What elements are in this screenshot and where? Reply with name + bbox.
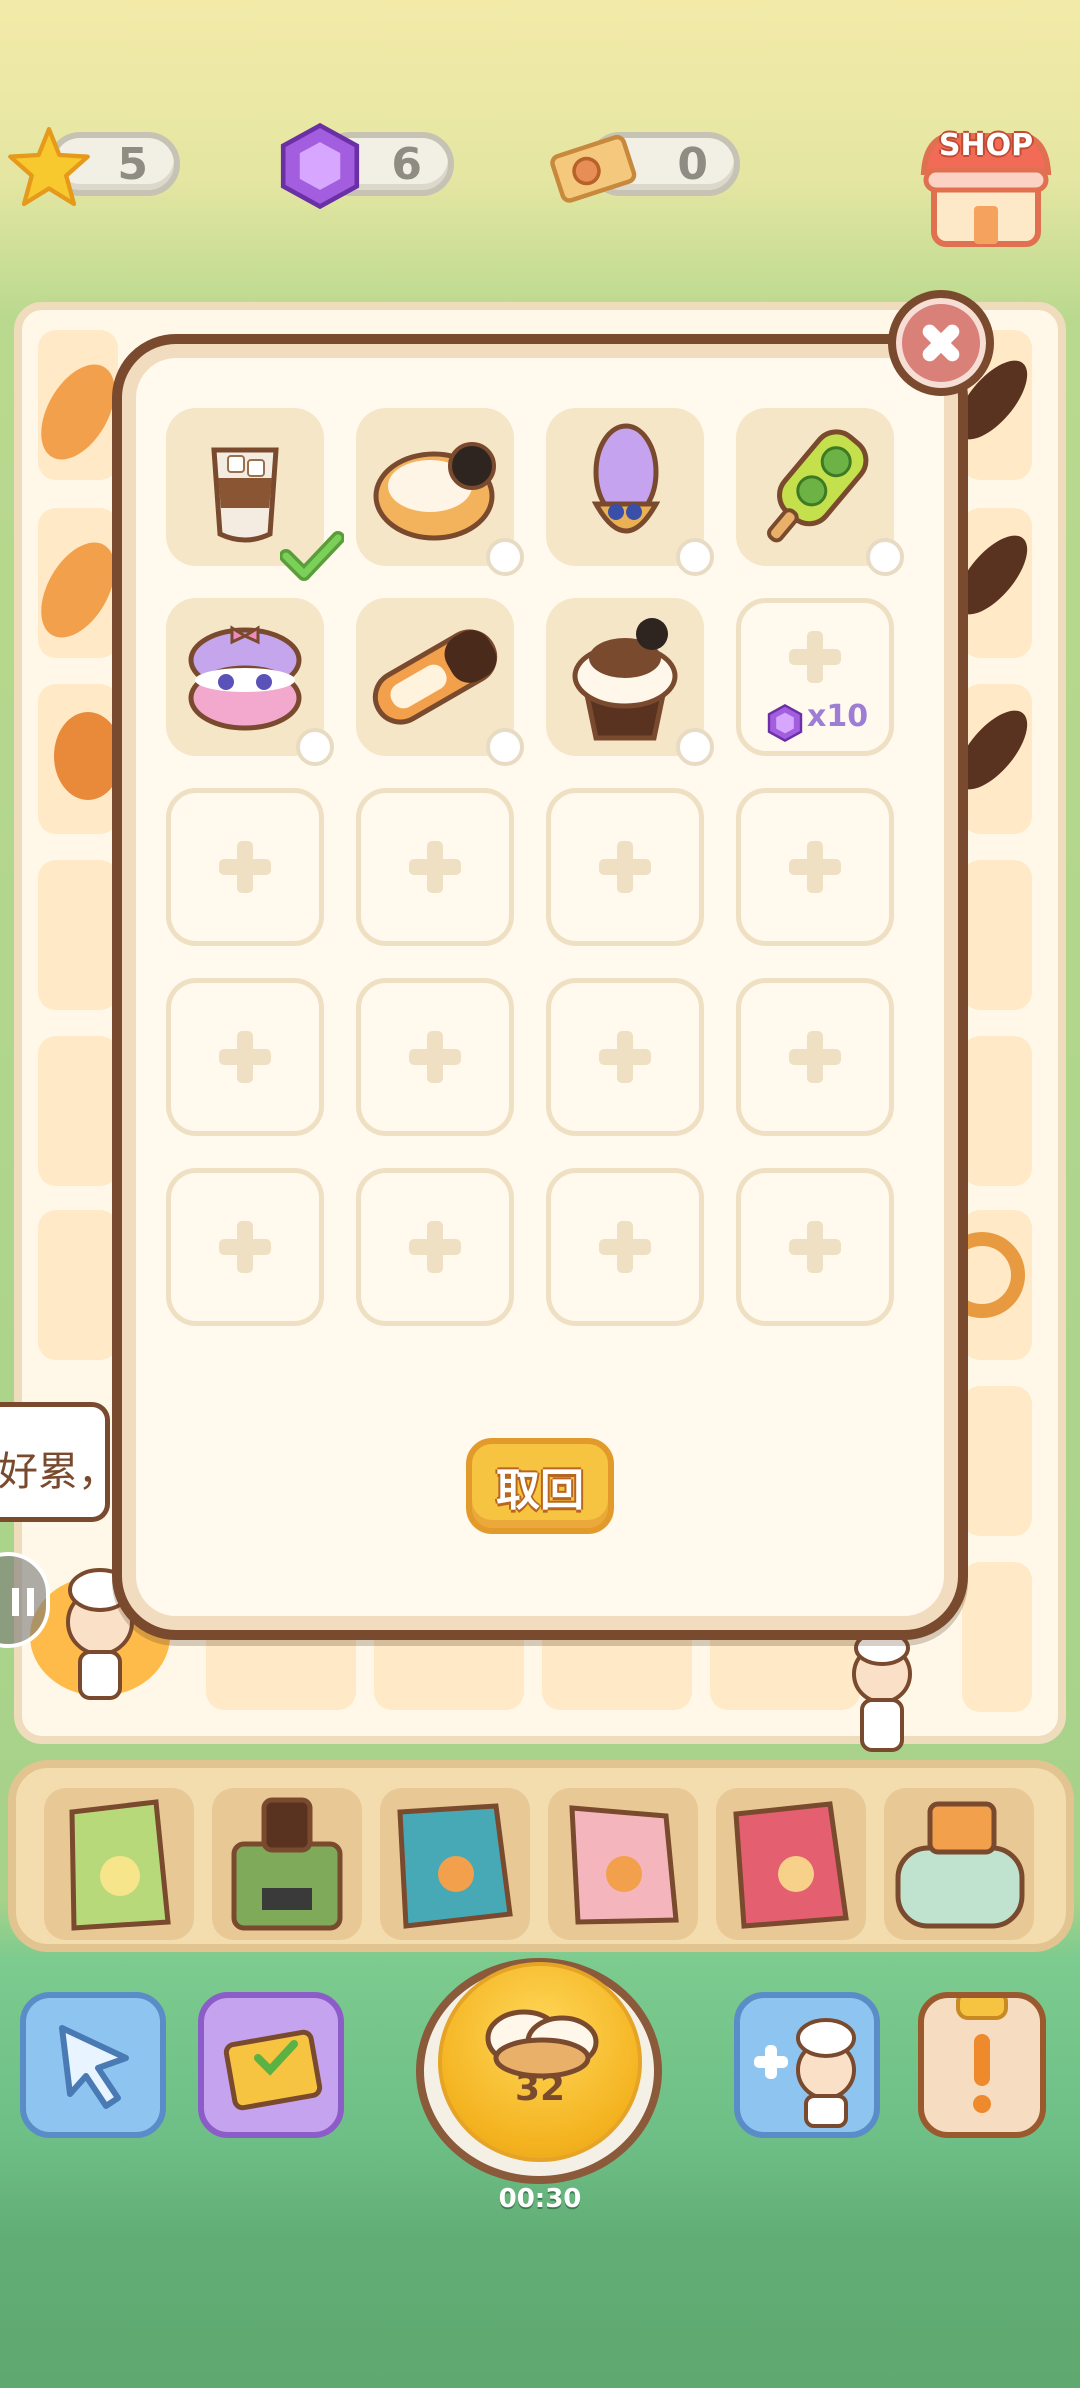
board-cell[interactable] bbox=[962, 1562, 1032, 1712]
storage-slot[interactable] bbox=[166, 408, 344, 581]
plus-icon bbox=[409, 1221, 461, 1273]
timer-countdown: 00:30 bbox=[498, 2184, 582, 2214]
select-radio[interactable] bbox=[676, 728, 714, 766]
speech-bubble: 好累，你 bbox=[0, 1402, 110, 1522]
tasks-button[interactable] bbox=[918, 1990, 1046, 2138]
plus-icon bbox=[599, 841, 651, 893]
taro-waffle-cone-icon bbox=[591, 423, 661, 534]
tray-slot-red-bag[interactable] bbox=[716, 1788, 866, 1940]
green-snack-bag-icon bbox=[69, 1799, 171, 1931]
empty-slot[interactable] bbox=[736, 978, 894, 1136]
pretzel-icon bbox=[962, 1232, 1025, 1318]
plus-icon bbox=[599, 1031, 651, 1083]
chef-boy-character[interactable] bbox=[832, 1630, 932, 1760]
book-check-icon bbox=[223, 2029, 323, 2111]
pause-icon bbox=[12, 1588, 34, 1616]
select-radio[interactable] bbox=[486, 728, 524, 766]
tray-slot-green-bag[interactable] bbox=[44, 1788, 194, 1940]
tray-slot-pink-bag[interactable] bbox=[548, 1788, 698, 1940]
unlock-cost: x10 bbox=[807, 699, 869, 734]
empty-slot[interactable] bbox=[356, 788, 514, 946]
board-cell[interactable] bbox=[38, 860, 118, 1010]
close-button[interactable] bbox=[888, 290, 994, 396]
empty-slot[interactable] bbox=[546, 1168, 704, 1326]
empty-slot[interactable] bbox=[356, 1168, 514, 1326]
tray-slot-coffee-machine[interactable] bbox=[212, 1788, 362, 1940]
hotdog-bun-icon bbox=[41, 542, 115, 638]
gem-icon bbox=[767, 704, 803, 742]
storage-slot[interactable] bbox=[546, 598, 714, 766]
add-chef-icon bbox=[754, 2018, 856, 2128]
bread-icon bbox=[54, 712, 118, 800]
empty-slot[interactable] bbox=[736, 788, 894, 946]
recipe-book-button[interactable] bbox=[198, 1992, 344, 2138]
board-cell[interactable] bbox=[38, 1210, 118, 1360]
board-cell[interactable] bbox=[38, 1036, 118, 1186]
select-radio[interactable] bbox=[676, 538, 714, 576]
cannoli-icon bbox=[962, 710, 1028, 790]
retrieve-button[interactable]: 取回 bbox=[466, 1438, 614, 1534]
ingredient-tray bbox=[8, 1760, 1074, 1952]
board-cell[interactable] bbox=[962, 1386, 1032, 1536]
clipboard-alert-icon bbox=[956, 1990, 1008, 2113]
plus-icon bbox=[409, 841, 461, 893]
ticket-icon bbox=[550, 134, 637, 203]
pink-snack-bag-icon bbox=[569, 1805, 679, 1925]
plus-icon bbox=[219, 841, 271, 893]
empty-slot[interactable] bbox=[166, 788, 324, 946]
plus-icon bbox=[789, 841, 841, 893]
cream-puff-icon bbox=[485, 2009, 599, 2079]
cookie-donut-icon bbox=[373, 442, 496, 541]
plus-icon bbox=[789, 631, 841, 683]
plus-icon bbox=[789, 1031, 841, 1083]
oreo-cupcake-icon bbox=[572, 618, 678, 741]
star-icon bbox=[8, 127, 90, 207]
bake-button[interactable] bbox=[438, 1962, 642, 2162]
storage-slot[interactable] bbox=[546, 408, 714, 576]
blue-snack-bag-icon bbox=[397, 1803, 513, 1929]
speech-text: 好累，你 bbox=[0, 1449, 105, 1495]
gem-icon bbox=[280, 122, 360, 210]
macaron-icon bbox=[188, 625, 302, 731]
cursor-icon bbox=[59, 2025, 129, 2109]
hire-chef-button[interactable] bbox=[734, 1992, 880, 2138]
empty-slot[interactable] bbox=[166, 978, 324, 1136]
cannoli-icon bbox=[372, 629, 498, 725]
plus-icon bbox=[599, 1221, 651, 1273]
bake-count: 32 bbox=[514, 2068, 566, 2109]
shop-label: SHOP bbox=[938, 128, 1034, 163]
red-snack-bag-icon bbox=[733, 1801, 849, 1929]
kiwi-popsicle-icon bbox=[767, 429, 869, 543]
storage-slot[interactable] bbox=[736, 408, 904, 576]
storage-slot[interactable] bbox=[356, 598, 524, 766]
cursor-button[interactable] bbox=[20, 1992, 166, 2138]
tray-slot-blue-bag[interactable] bbox=[380, 1788, 530, 1940]
plus-icon bbox=[219, 1031, 271, 1083]
plus-icon bbox=[219, 1221, 271, 1273]
cannoli-icon bbox=[962, 535, 1028, 615]
plus-icon bbox=[789, 1221, 841, 1273]
empty-slot[interactable] bbox=[736, 1168, 894, 1326]
hotdog-bun-icon bbox=[41, 364, 115, 460]
board-cell[interactable] bbox=[962, 860, 1032, 1010]
select-radio[interactable] bbox=[866, 538, 904, 576]
empty-slot[interactable] bbox=[356, 978, 514, 1136]
empty-slot[interactable] bbox=[166, 1168, 324, 1326]
plus-icon bbox=[409, 1031, 461, 1083]
unlock-slot[interactable]: x10 bbox=[736, 598, 894, 756]
coffee-machine-icon bbox=[231, 1797, 343, 1931]
tray-slot-toaster[interactable] bbox=[884, 1788, 1034, 1940]
toaster-icon bbox=[895, 1801, 1025, 1929]
checkmark-icon bbox=[280, 531, 344, 581]
empty-slot[interactable] bbox=[546, 788, 704, 946]
select-radio[interactable] bbox=[296, 728, 334, 766]
board-cell[interactable] bbox=[962, 1036, 1032, 1186]
storage-slot[interactable] bbox=[356, 408, 524, 576]
empty-slot[interactable] bbox=[546, 978, 704, 1136]
storage-slot[interactable] bbox=[166, 598, 334, 766]
select-radio[interactable] bbox=[486, 538, 524, 576]
